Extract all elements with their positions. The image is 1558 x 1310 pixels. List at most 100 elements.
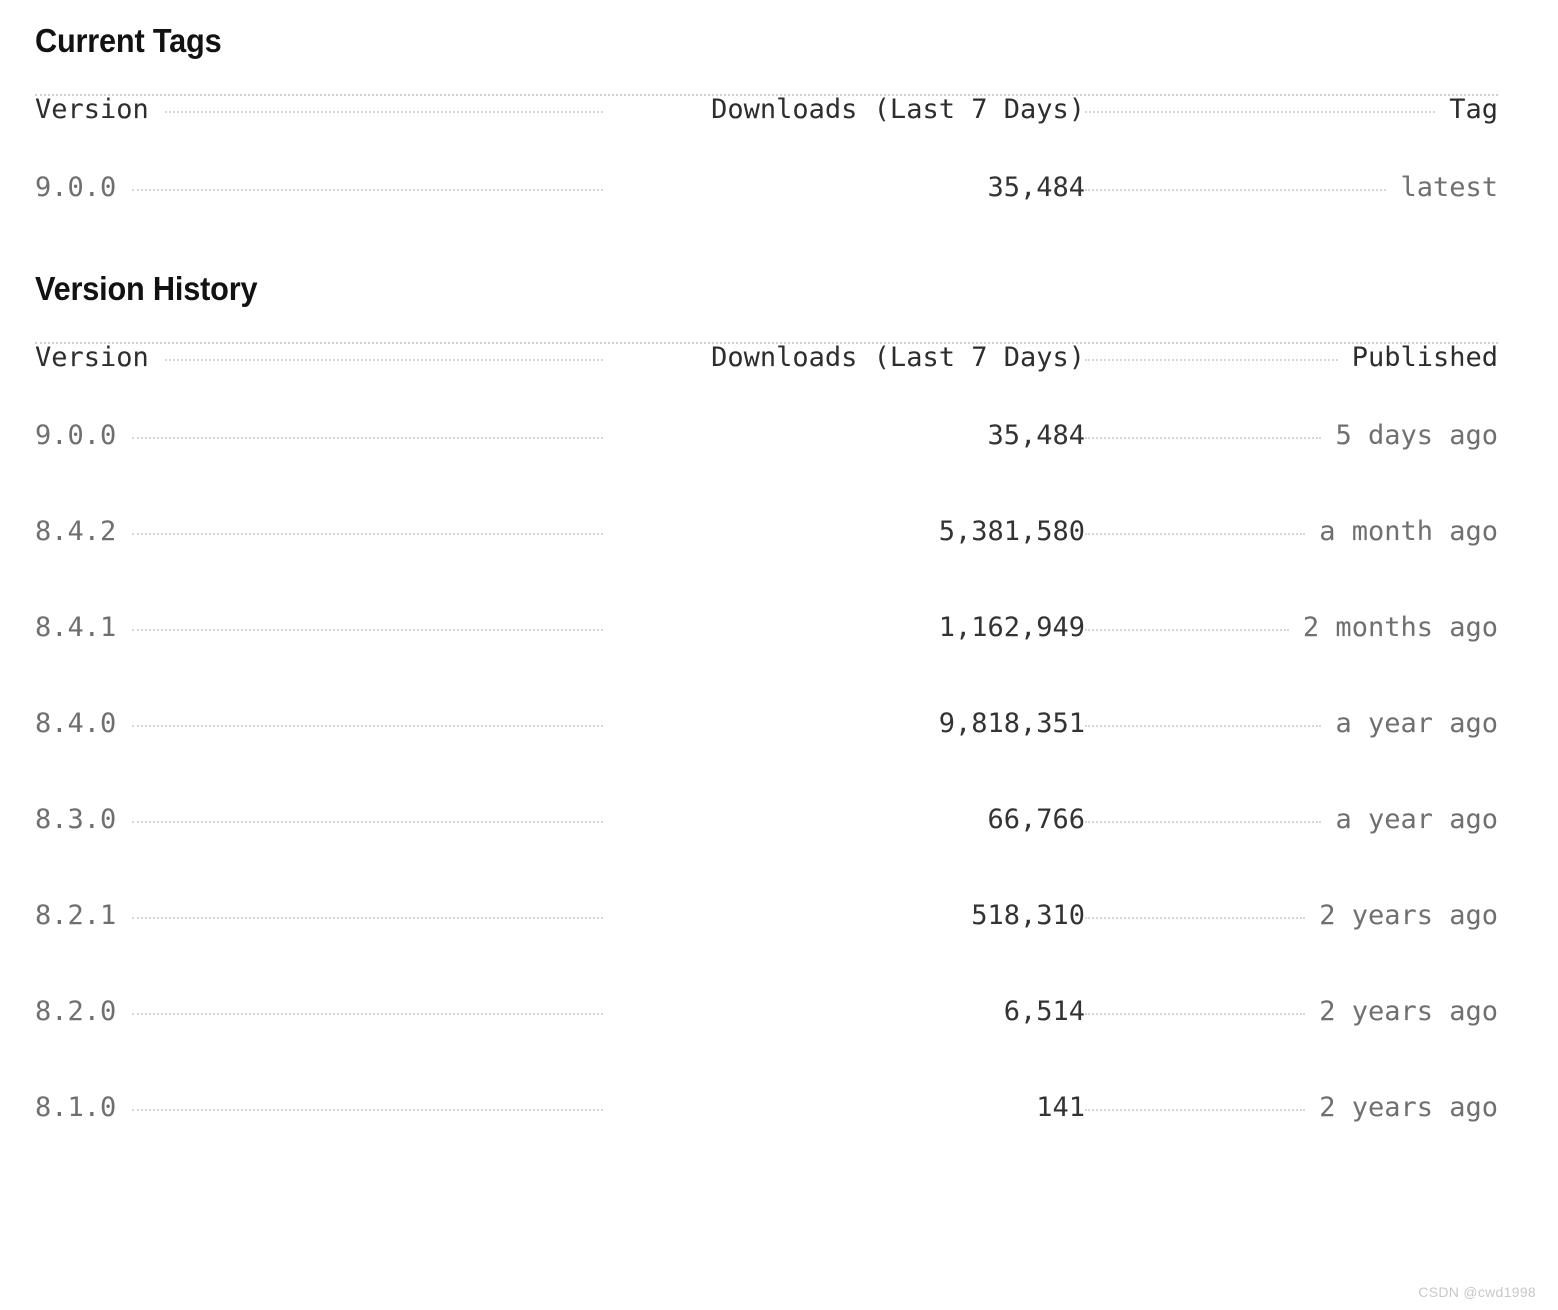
published-value: 2 years ago [1319,996,1498,1027]
table-row[interactable]: 8.4.2 5,381,580 a month ago [35,518,1498,614]
header-cell-downloads: Downloads (Last 7 Days) [603,96,1085,174]
published-value: a year ago [1335,804,1498,835]
column-header-published: Published [1351,342,1498,373]
package-versions-page: Current Tags Version Downloads (Last 7 D… [0,0,1558,1310]
leader-dots [164,359,603,361]
leader-dots [132,1109,603,1111]
downloads-value: 66,766 [987,804,1085,835]
published-value: 2 years ago [1319,900,1498,931]
cell-published: 5 days ago [1085,422,1498,518]
header-cell-tag: Tag [1085,96,1498,174]
table-row[interactable]: 8.1.0 141 2 years ago [35,1094,1498,1190]
downloads-value: 1,162,949 [938,612,1085,643]
leader-dots [1085,111,1436,113]
published-value: 5 days ago [1335,420,1498,451]
cell-version: 8.2.1 [35,902,603,998]
version-value[interactable]: 8.2.0 [35,998,116,1025]
published-value: 2 years ago [1319,1092,1498,1123]
version-value[interactable]: 9.0.0 [35,174,116,201]
column-header-version: Version [35,342,149,373]
leader-dots [1085,533,1306,535]
cell-downloads: 9,818,351 [603,710,1085,806]
version-value[interactable]: 8.3.0 [35,806,116,833]
version-value[interactable]: 8.4.1 [35,614,116,641]
version-value[interactable]: 8.4.0 [35,710,116,737]
version-value[interactable]: 9.0.0 [35,422,116,449]
leader-dots [1085,629,1289,631]
cell-downloads: 35,484 [603,174,1085,240]
tag-value: latest [1400,172,1498,203]
cell-version: 8.1.0 [35,1094,603,1190]
cell-published: 2 years ago [1085,902,1498,998]
cell-published: 2 years ago [1085,998,1498,1094]
downloads-value: 35,484 [987,172,1085,203]
leader-dots [164,111,603,113]
published-value: a year ago [1335,708,1498,739]
header-cell-downloads: Downloads (Last 7 Days) [603,344,1085,422]
version-value[interactable]: 8.1.0 [35,1094,116,1121]
cell-published: 2 months ago [1085,614,1498,710]
table-row[interactable]: 8.2.1 518,310 2 years ago [35,902,1498,998]
leader-dots [1085,437,1322,439]
current-tags-section: Current Tags Version Downloads (Last 7 D… [35,0,1498,240]
leader-dots [1085,917,1306,919]
version-history-heading: Version History [35,270,258,307]
cell-version: 9.0.0 [35,174,603,240]
header-cell-published: Published [1085,344,1498,422]
cell-version: 8.3.0 [35,806,603,902]
table-row[interactable]: 9.0.0 35,484 5 days ago [35,422,1498,518]
leader-dots [1085,1013,1306,1015]
cell-version: 8.4.2 [35,518,603,614]
leader-dots [132,821,603,823]
leader-dots [1085,821,1322,823]
leader-dots [1085,359,1338,361]
cell-tag: latest [1085,174,1498,240]
leader-dots [1085,1109,1306,1111]
table-row[interactable]: 8.4.1 1,162,949 2 months ago [35,614,1498,710]
cell-downloads: 1,162,949 [603,614,1085,710]
downloads-value: 5,381,580 [938,516,1085,547]
published-value: a month ago [1319,516,1498,547]
version-history-section: Version History Version Downloads (Last … [35,240,1498,1190]
cell-published: a year ago [1085,806,1498,902]
table-row[interactable]: 8.3.0 66,766 a year ago [35,806,1498,902]
cell-version: 9.0.0 [35,422,603,518]
current-tags-heading: Current Tags [35,22,222,59]
cell-downloads: 518,310 [603,902,1085,998]
column-header-downloads: Downloads (Last 7 Days) [711,94,1085,125]
header-cell-version: Version [35,96,603,174]
cell-downloads: 35,484 [603,422,1085,518]
column-header-tag: Tag [1449,94,1498,125]
leader-dots [132,533,603,535]
cell-version: 8.4.1 [35,614,603,710]
published-value: 2 months ago [1302,612,1498,643]
table-row[interactable]: 9.0.0 35,484 latest [35,174,1498,240]
column-header-downloads: Downloads (Last 7 Days) [711,342,1085,373]
header-cell-version: Version [35,344,603,422]
leader-dots [132,189,603,191]
downloads-value: 141 [1036,1092,1085,1123]
column-header-version: Version [35,94,149,125]
downloads-value: 6,514 [1003,996,1085,1027]
cell-downloads: 141 [603,1094,1085,1190]
leader-dots [132,437,603,439]
table-row[interactable]: 8.4.0 9,818,351 a year ago [35,710,1498,806]
downloads-value: 518,310 [971,900,1085,931]
version-value[interactable]: 8.4.2 [35,518,116,545]
leader-dots [132,725,603,727]
cell-published: a year ago [1085,710,1498,806]
cell-published: a month ago [1085,518,1498,614]
version-value[interactable]: 8.2.1 [35,902,116,929]
current-tags-table: Version Downloads (Last 7 Days) Tag 9.0.… [35,96,1498,240]
table-row[interactable]: 8.2.0 6,514 2 years ago [35,998,1498,1094]
cell-downloads: 5,381,580 [603,518,1085,614]
cell-published: 2 years ago [1085,1094,1498,1190]
cell-downloads: 6,514 [603,998,1085,1094]
cell-downloads: 66,766 [603,806,1085,902]
watermark: CSDN @cwd1998 [1418,1284,1536,1300]
version-history-table: Version Downloads (Last 7 Days) Publishe… [35,344,1498,1190]
leader-dots [132,1013,603,1015]
leader-dots [132,917,603,919]
downloads-value: 35,484 [987,420,1085,451]
leader-dots [1085,725,1322,727]
